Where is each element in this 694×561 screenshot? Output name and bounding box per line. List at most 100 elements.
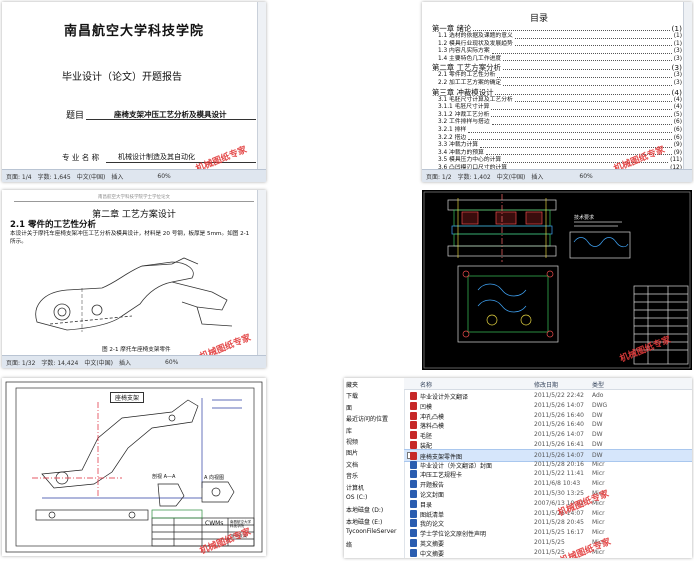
file-icon (410, 480, 417, 489)
file-date: 2011/5/26 16:41 (534, 441, 584, 448)
file-icon (410, 499, 417, 508)
toc-entry[interactable]: 1.1 选材的依据及课题的意义 (1) (432, 33, 682, 41)
toc-entry-text: 1.1 选材的依据及课题的意义 (438, 33, 513, 39)
toc-entry[interactable]: 2.1 零件的工艺性分析 (3) (432, 72, 682, 80)
word-status-bar: 页面: 1/4 字数: 1,645 中文(中国) 插入 60% (2, 169, 266, 182)
toc-leader (491, 112, 672, 118)
toc-page-number: (3) (673, 48, 682, 55)
toc-entry[interactable]: 3.2.1 排样 (6) (432, 127, 682, 135)
vertical-scrollbar[interactable] (257, 190, 266, 356)
toc-leader (468, 127, 672, 133)
nav-item[interactable]: 视频 (346, 437, 358, 446)
status-language: 中文(中国) (84, 359, 114, 367)
status-page: 页面: 1/4 (6, 173, 32, 181)
file-date: 2011/5/26 16:40 (534, 411, 584, 419)
column-date[interactable]: 修改日期 (534, 380, 558, 389)
nav-item[interactable]: 最近访问的位置 (346, 414, 388, 423)
panel-file-explorer: 藏夹下载面最近访问的位置库视频图片文档音乐计算机 OS (C:) 本地磁盘 (D:)… (344, 378, 692, 558)
toc-entry[interactable]: 1.4 主要特色几工作进度 (3) (432, 56, 682, 64)
toc-entry[interactable]: 3.2 工件排样与搭边 (6) (432, 119, 682, 127)
toc-page-number: (3) (673, 79, 682, 86)
file-icon (410, 392, 417, 400)
toc-page-number: (3) (673, 55, 682, 62)
nav-item[interactable]: 藏夹 (346, 380, 358, 389)
toc-leader (480, 142, 672, 148)
view-a-label: A 向视图 (204, 475, 225, 481)
toc-entry-text: 3.1.1 毛胚尺寸计算 (438, 104, 490, 111)
status-insert-mode[interactable]: 插入 (119, 358, 131, 367)
status-insert-mode[interactable]: 插入 (531, 172, 543, 181)
file-type: DWG (592, 401, 608, 409)
toc-page-number: (1) (671, 24, 682, 33)
file-type: Micr (592, 509, 605, 517)
toc-entry[interactable]: 3.2.2 搭边 (6) (432, 135, 682, 143)
file-icon (410, 529, 417, 538)
nav-item[interactable]: 面 (346, 403, 352, 412)
file-icon (410, 539, 417, 547)
nav-item[interactable]: 音乐 (346, 471, 358, 480)
file-icon (410, 509, 417, 518)
nav-item[interactable]: TycoonFileServer (346, 528, 396, 535)
file-type: Micr (592, 480, 605, 488)
toc-entry[interactable]: 1.3 内容凡实际方案 (3) (432, 48, 682, 56)
nav-item[interactable]: OS (C:) (346, 494, 367, 501)
toc-leader (502, 63, 670, 71)
status-insert-mode[interactable]: 插入 (111, 172, 123, 181)
toc-page-number: (4) (673, 96, 682, 103)
file-date: 2011/5/28 20:16 (534, 460, 584, 468)
file-date: 2011/5/25 (534, 539, 565, 546)
panel-opening-report: 南昌航空大学科技学院 毕业设计（论文）开题报告 题目 座椅支架冲压工艺分析及模具… (2, 2, 266, 182)
nav-item[interactable]: 本地磁盘 (D:) (346, 505, 383, 514)
nav-item[interactable]: 计算机 (346, 483, 364, 492)
file-icon (410, 401, 417, 410)
toc-entry[interactable]: 2.2 加工工艺方案的确定 (3) (432, 80, 682, 88)
toc-entry[interactable]: 第三章 冲裁模设计 (4) (432, 88, 682, 97)
status-words: 字数: 1,645 (37, 173, 71, 181)
vertical-scrollbar[interactable] (257, 2, 266, 170)
column-header-row: 名称 修改日期 类型 (404, 378, 692, 390)
toc-page-number: (1) (673, 40, 682, 47)
technical-requirements-title: 技术要求 (574, 215, 595, 221)
toc-page-number: (1) (673, 33, 682, 39)
toc-entry-text: 3.3 冲裁力计算 (438, 142, 479, 149)
toc-page-number: (6) (673, 119, 682, 126)
toc-entry[interactable]: 第一章 绪论 (1) (432, 24, 682, 33)
status-language: 中文(中国) (496, 173, 526, 181)
toc-entry-text: 1.3 内容凡实际方案 (438, 48, 490, 55)
toc-entry-text: 3.5 模具压力中心的计算 (438, 157, 502, 164)
toc-page-number: (9) (673, 149, 682, 156)
file-type: Micr (592, 470, 605, 478)
nav-item[interactable]: 本地磁盘 (E:) (346, 517, 382, 526)
navigation-pane: 藏夹下载面最近访问的位置库视频图片文档音乐计算机 OS (C:) 本地磁盘 (D:)… (344, 378, 405, 558)
status-zoom[interactable]: 60% (579, 173, 592, 180)
file-row[interactable]: 中文摘要 2011/5/25 Micr (404, 547, 692, 558)
status-language: 中文(中国) (76, 173, 106, 181)
status-zoom[interactable]: 60% (165, 359, 178, 366)
panel-part-drawing: 座椅支架 剖视 A—A A 向视图 CWMs 南昌航空大学科技学院 座椅支架 机… (2, 378, 266, 556)
file-icon (410, 460, 417, 469)
toc-leader (473, 24, 670, 31)
nav-item[interactable]: 文档 (346, 460, 358, 469)
toc-entry[interactable]: 3.1.1 毛胚尺寸计算 (4) (432, 104, 682, 112)
nav-item[interactable]: 图片 (346, 448, 358, 457)
nav-item[interactable]: 络 (346, 540, 352, 549)
major-value: 机械设计制造及其自动化 (118, 153, 195, 161)
nav-item[interactable]: 下载 (346, 391, 358, 400)
vertical-scrollbar[interactable] (683, 2, 692, 170)
toc-page-number: (9) (673, 142, 682, 149)
nav-item[interactable]: 库 (346, 426, 352, 435)
file-icon (410, 441, 417, 449)
file-date: 2011/5/22 22:42 (534, 392, 584, 399)
column-type[interactable]: 类型 (592, 380, 604, 389)
column-name[interactable]: 名称 (420, 380, 432, 389)
toc-entry-text: 2.1 零件的工艺性分析 (438, 72, 496, 79)
status-zoom[interactable]: 60% (157, 173, 170, 180)
toc-leader (491, 119, 672, 125)
toc-leader (514, 41, 672, 47)
drawing-title: 座椅支架 (110, 392, 145, 403)
toc-page-number: (6) (673, 126, 682, 133)
toc-leader (497, 72, 672, 78)
file-name: 中文摘要 (420, 550, 445, 558)
toc-entry-text: 1.4 主要特色几工作进度 (438, 55, 502, 62)
status-page: 页面: 1/2 (426, 173, 452, 181)
